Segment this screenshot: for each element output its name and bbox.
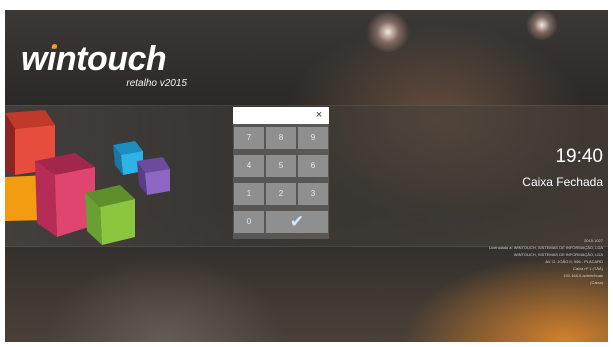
key-1[interactable]: 1 (234, 183, 264, 205)
key-4[interactable]: 4 (234, 155, 264, 177)
app-logo: wintouch retalho v2015 (21, 40, 191, 96)
info-line: 2015.1027 (584, 238, 603, 243)
logo-accent-dot (52, 44, 57, 49)
key-9[interactable]: 9 (298, 127, 328, 149)
key-8[interactable]: 8 (266, 127, 296, 149)
logo-subtitle: retalho v2015 (126, 78, 187, 89)
light-flare (525, 10, 559, 40)
decorative-cubes (5, 110, 170, 245)
register-status: Caixa Fechada (522, 175, 603, 189)
info-line: Licenciado a: WINTOUCH, SISTEMAS DE INFO… (489, 245, 603, 250)
check-icon: ✔ (289, 212, 305, 231)
key-2[interactable]: 2 (266, 183, 296, 205)
confirm-button[interactable]: ✔ (266, 211, 328, 233)
green-cube-icon (85, 185, 135, 245)
light-flare (365, 12, 411, 52)
info-line: AV. D. JOÃO II, 996 - PLACARD (545, 259, 603, 264)
numeric-keypad: × 7 8 9 4 5 6 1 2 3 0 ✔ (233, 107, 329, 239)
clear-button[interactable]: × (312, 108, 326, 122)
login-screen: wintouch retalho v2015 × 7 8 9 4 5 6 1 2… (5, 10, 608, 342)
info-line: WINTOUCH, SISTEMAS DE INFORMAÇÃO, LDA (513, 252, 603, 257)
key-5[interactable]: 5 (266, 155, 296, 177)
purple-cube-icon (137, 157, 170, 195)
info-line: (Caixa) (590, 280, 603, 285)
license-info: 2015.1027 Licenciado a: WINTOUCH, SISTEM… (403, 237, 603, 286)
info-line: 192.168.0.admin/boas (563, 273, 603, 278)
clock-time: 19:40 (555, 146, 603, 167)
key-0[interactable]: 0 (234, 211, 264, 233)
key-7[interactable]: 7 (234, 127, 264, 149)
key-3[interactable]: 3 (298, 183, 328, 205)
key-6[interactable]: 6 (298, 155, 328, 177)
info-line: Caixa nº 1 (TÁÁ) (573, 266, 603, 271)
logo-name: wintouch (21, 40, 167, 78)
